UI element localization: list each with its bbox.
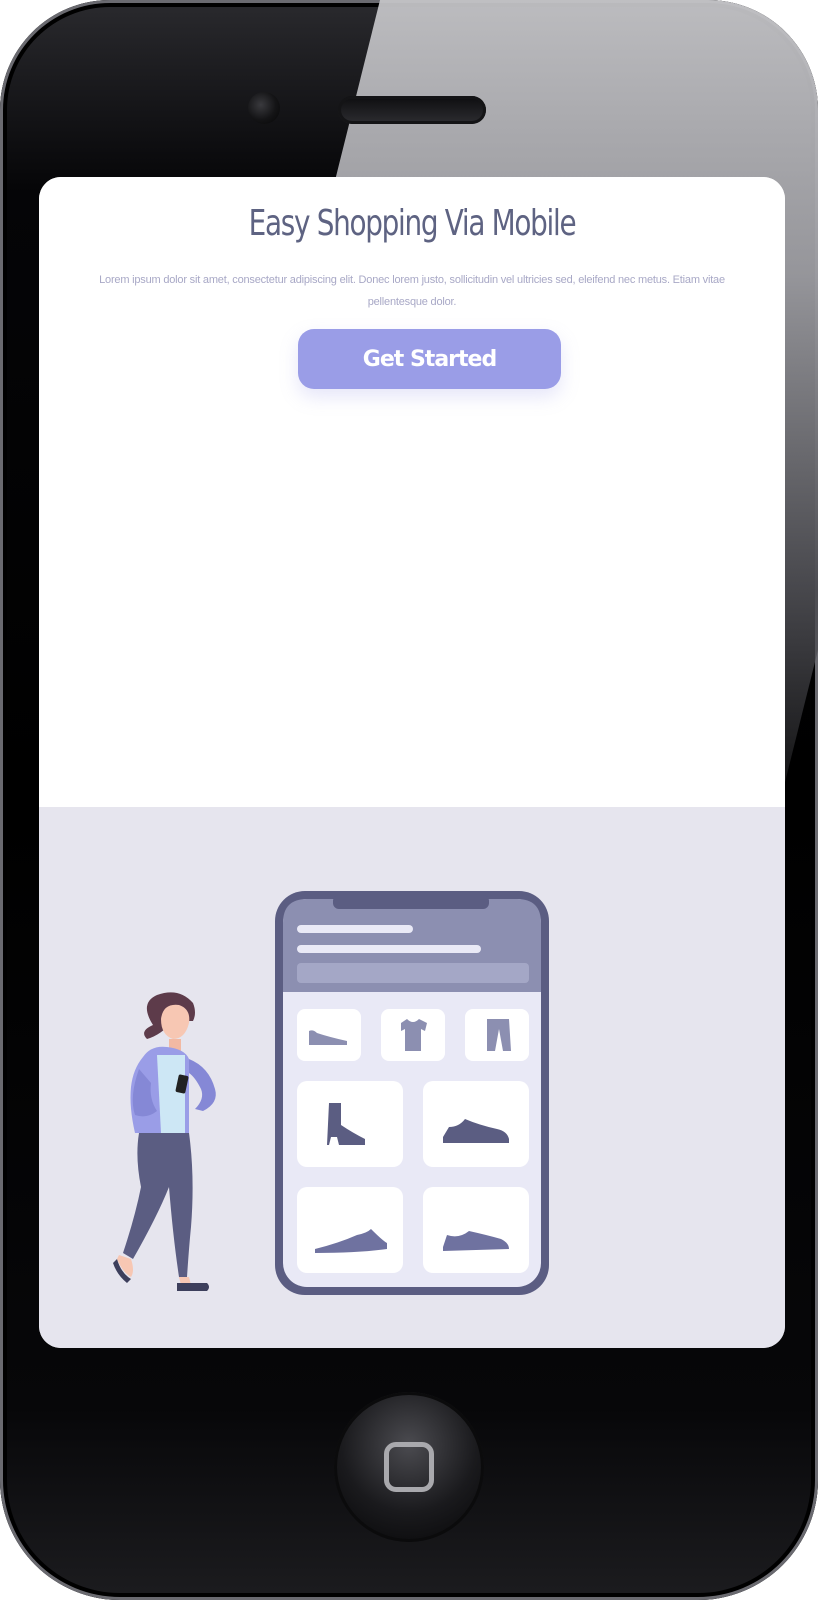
get-started-button[interactable]: Get Started (298, 329, 561, 389)
home-button[interactable] (334, 1392, 484, 1542)
woman-with-phone-figure (113, 992, 216, 1291)
phone-screen: Easy Shopping Via Mobile Lorem ipsum dol… (39, 177, 785, 1348)
illustration-section (39, 807, 785, 1348)
hero-title: Easy Shopping Via Mobile (248, 203, 577, 244)
shopping-illustration (113, 891, 549, 1295)
earpiece-speaker (338, 96, 486, 124)
illustrated-phone (275, 891, 549, 1295)
hero-section: Easy Shopping Via Mobile Lorem ipsum dol… (39, 177, 785, 807)
home-square-icon (384, 1442, 434, 1492)
front-camera (248, 92, 280, 124)
phone-frame: Easy Shopping Via Mobile Lorem ipsum dol… (0, 0, 818, 1600)
hero-description: Lorem ipsum dolor sit amet, consectetur … (99, 274, 725, 308)
